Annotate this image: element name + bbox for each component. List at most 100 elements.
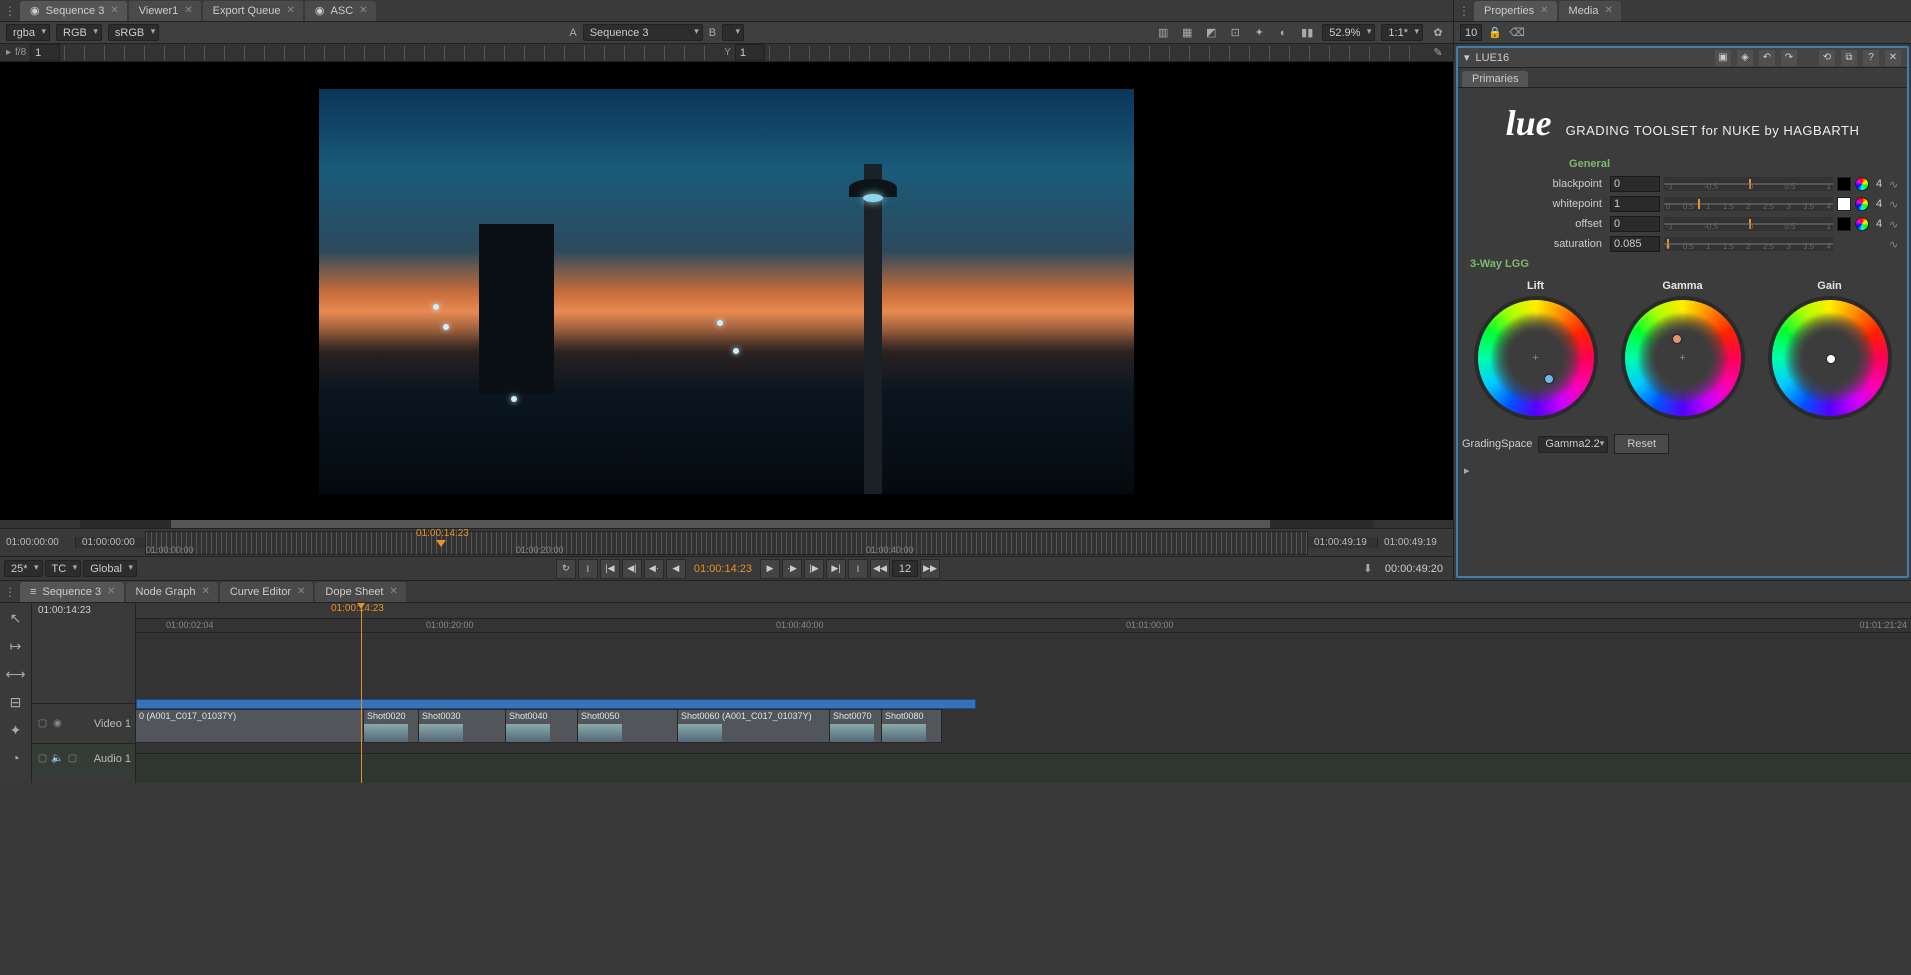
fps-select[interactable]: 25*: [4, 560, 43, 577]
gamma-wheel[interactable]: +: [1625, 300, 1741, 416]
close-icon[interactable]: ✕: [201, 586, 209, 597]
roi-icon[interactable]: ⊡: [1226, 24, 1244, 42]
b-source-select[interactable]: [722, 24, 744, 41]
playhead-line[interactable]: [361, 603, 362, 783]
close-node-icon[interactable]: ✕: [1885, 50, 1901, 66]
wipe-icon[interactable]: ◩: [1202, 24, 1220, 42]
play-reverse-icon[interactable]: ◀: [666, 559, 686, 579]
skip-fwd-icon[interactable]: ▶▶: [920, 559, 940, 579]
lock-icon[interactable]: 🔒: [1486, 24, 1504, 42]
channel-count[interactable]: 4: [1873, 178, 1885, 190]
gain-wheel[interactable]: +: [1772, 300, 1888, 416]
clip-Shot0020[interactable]: LUE20Shot0020: [364, 709, 419, 743]
exposure-slider[interactable]: [64, 46, 720, 60]
clip-Shot0050[interactable]: LUE23Shot0050: [578, 709, 678, 743]
focus-icon[interactable]: ▣: [1715, 50, 1731, 66]
tab-primaries[interactable]: Primaries: [1462, 71, 1528, 87]
colorspace-select[interactable]: RGB: [56, 24, 102, 41]
export-icon[interactable]: ⬇: [1359, 560, 1377, 578]
close-icon[interactable]: ✕: [107, 586, 115, 597]
node-name[interactable]: LUE16: [1476, 52, 1510, 64]
goto-end-icon[interactable]: ▶|: [826, 559, 846, 579]
curve-icon[interactable]: ∿: [1889, 238, 1903, 251]
tc-mode-select[interactable]: TC: [45, 560, 82, 577]
tab-curve-editor[interactable]: Curve Editor ✕: [220, 582, 314, 602]
close-icon[interactable]: ✕: [110, 5, 118, 16]
step-fwd-clip-icon[interactable]: |▶: [804, 559, 824, 579]
gamma-icon[interactable]: ◐: [1274, 24, 1292, 42]
track-tool-icon[interactable]: ⟷: [5, 663, 27, 685]
eye-icon[interactable]: ◉: [51, 717, 64, 730]
color-swatch[interactable]: [1837, 217, 1851, 231]
out-point-icon[interactable]: I: [848, 559, 868, 579]
step-input[interactable]: [892, 560, 918, 577]
close-icon[interactable]: ✕: [359, 5, 367, 16]
slip-tool-icon[interactable]: ⊟: [5, 691, 27, 713]
pause-icon[interactable]: ▮▮: [1298, 24, 1316, 42]
close-icon[interactable]: ✕: [1605, 5, 1613, 16]
video-track-label[interactable]: Video 1: [66, 718, 131, 730]
collapse-icon[interactable]: ▾: [1464, 51, 1470, 64]
clip-Shot0040[interactable]: LUE22Shot0040: [506, 709, 578, 743]
clip-Shot0060 (A001_C017_01037Y)[interactable]: LUE24Shot0060 (A001_C017_01037Y): [678, 709, 830, 743]
select-tool-icon[interactable]: ↖: [5, 607, 27, 629]
timeline-canvas[interactable]: 01:00:14:23 01:00:02:04 01:00:20:00 01:0…: [136, 603, 1911, 783]
lift-wheel[interactable]: +: [1478, 300, 1594, 416]
reset-button[interactable]: Reset: [1614, 434, 1669, 454]
clip-Shot0080[interactable]: LUE26Shot0080: [882, 709, 942, 743]
play-icon[interactable]: ▸: [6, 47, 11, 58]
tc-out-point[interactable]: 01:00:49:19: [1308, 537, 1378, 548]
lift-dot[interactable]: [1545, 375, 1553, 383]
channel-count[interactable]: 4: [1873, 198, 1885, 210]
tab-export-queue[interactable]: Export Queue ✕: [203, 1, 303, 21]
expand-icon[interactable]: ▸: [1458, 460, 1907, 481]
saturation-slider[interactable]: 00.511.522.533.54: [1664, 237, 1833, 251]
clear-icon[interactable]: ⌫: [1508, 24, 1526, 42]
lock-icon[interactable]: ▢: [36, 752, 49, 765]
offset-slider[interactable]: -1-0.500.51: [1664, 217, 1833, 231]
tab-asc[interactable]: ◉ ASC ✕: [305, 1, 376, 21]
channel-select[interactable]: rgba: [6, 24, 50, 41]
in-point-icon[interactable]: I: [578, 559, 598, 579]
center-icon[interactable]: ◈: [1737, 50, 1753, 66]
play-icon[interactable]: ▶: [760, 559, 780, 579]
clip-Shot0030[interactable]: LUE21Shot0030: [419, 709, 506, 743]
color-swatch[interactable]: [1837, 177, 1851, 191]
zoom-select[interactable]: 52.9%: [1322, 24, 1375, 41]
tab-media[interactable]: Media ✕: [1559, 1, 1621, 21]
close-icon[interactable]: ✕: [287, 5, 295, 16]
clip-icon[interactable]: ▥: [1154, 24, 1172, 42]
viewer-scrollbar[interactable]: [80, 520, 1373, 528]
fstop-input[interactable]: [30, 44, 60, 61]
tab-dope-sheet[interactable]: Dope Sheet ✕: [315, 582, 406, 602]
tab-sequence-3[interactable]: ◉ Sequence 3 ✕: [20, 1, 127, 21]
mini-timeline[interactable]: 01:00:14:23 01:00:00:00 01:00:20:00 01:0…: [145, 531, 1308, 555]
whitepoint-input[interactable]: [1610, 196, 1660, 212]
color-wheel-icon[interactable]: [1855, 197, 1869, 211]
gamma-slider[interactable]: [769, 46, 1425, 60]
tab-timeline-sequence-3[interactable]: ≡ Sequence 3 ✕: [20, 582, 124, 602]
blackpoint-input[interactable]: [1610, 176, 1660, 192]
step-back-icon[interactable]: ◀·: [644, 559, 664, 579]
clip-first[interactable]: 0 (A001_C017_01037Y): [136, 709, 364, 743]
scope-select[interactable]: Global: [83, 560, 137, 577]
step-back-clip-icon[interactable]: ◀|: [622, 559, 642, 579]
retime-tool-icon[interactable]: ◔: [5, 747, 27, 769]
current-tc[interactable]: 01:00:14:23: [688, 563, 758, 575]
color-wheel-icon[interactable]: [1855, 217, 1869, 231]
gamma-dot[interactable]: [1673, 335, 1681, 343]
gain-dot[interactable]: [1827, 355, 1835, 363]
curve-icon[interactable]: ∿: [1889, 178, 1903, 191]
y-input[interactable]: [735, 44, 765, 61]
close-icon[interactable]: ✕: [390, 586, 398, 597]
loop-icon[interactable]: ↻: [556, 559, 576, 579]
close-icon[interactable]: ✕: [1540, 5, 1548, 16]
tc-in-point[interactable]: 01:00:00:00: [75, 537, 145, 548]
a-source-select[interactable]: Sequence 3: [583, 24, 703, 41]
audio-track-label[interactable]: Audio 1: [81, 753, 131, 765]
gradingspace-select[interactable]: Gamma2.2: [1538, 436, 1608, 453]
blackpoint-slider[interactable]: -1-0.500.51: [1664, 177, 1833, 191]
clip-Shot0070[interactable]: LUE25Shot0070: [830, 709, 882, 743]
proxy-icon[interactable]: ✦: [1250, 24, 1268, 42]
skip-back-icon[interactable]: ◀◀: [870, 559, 890, 579]
